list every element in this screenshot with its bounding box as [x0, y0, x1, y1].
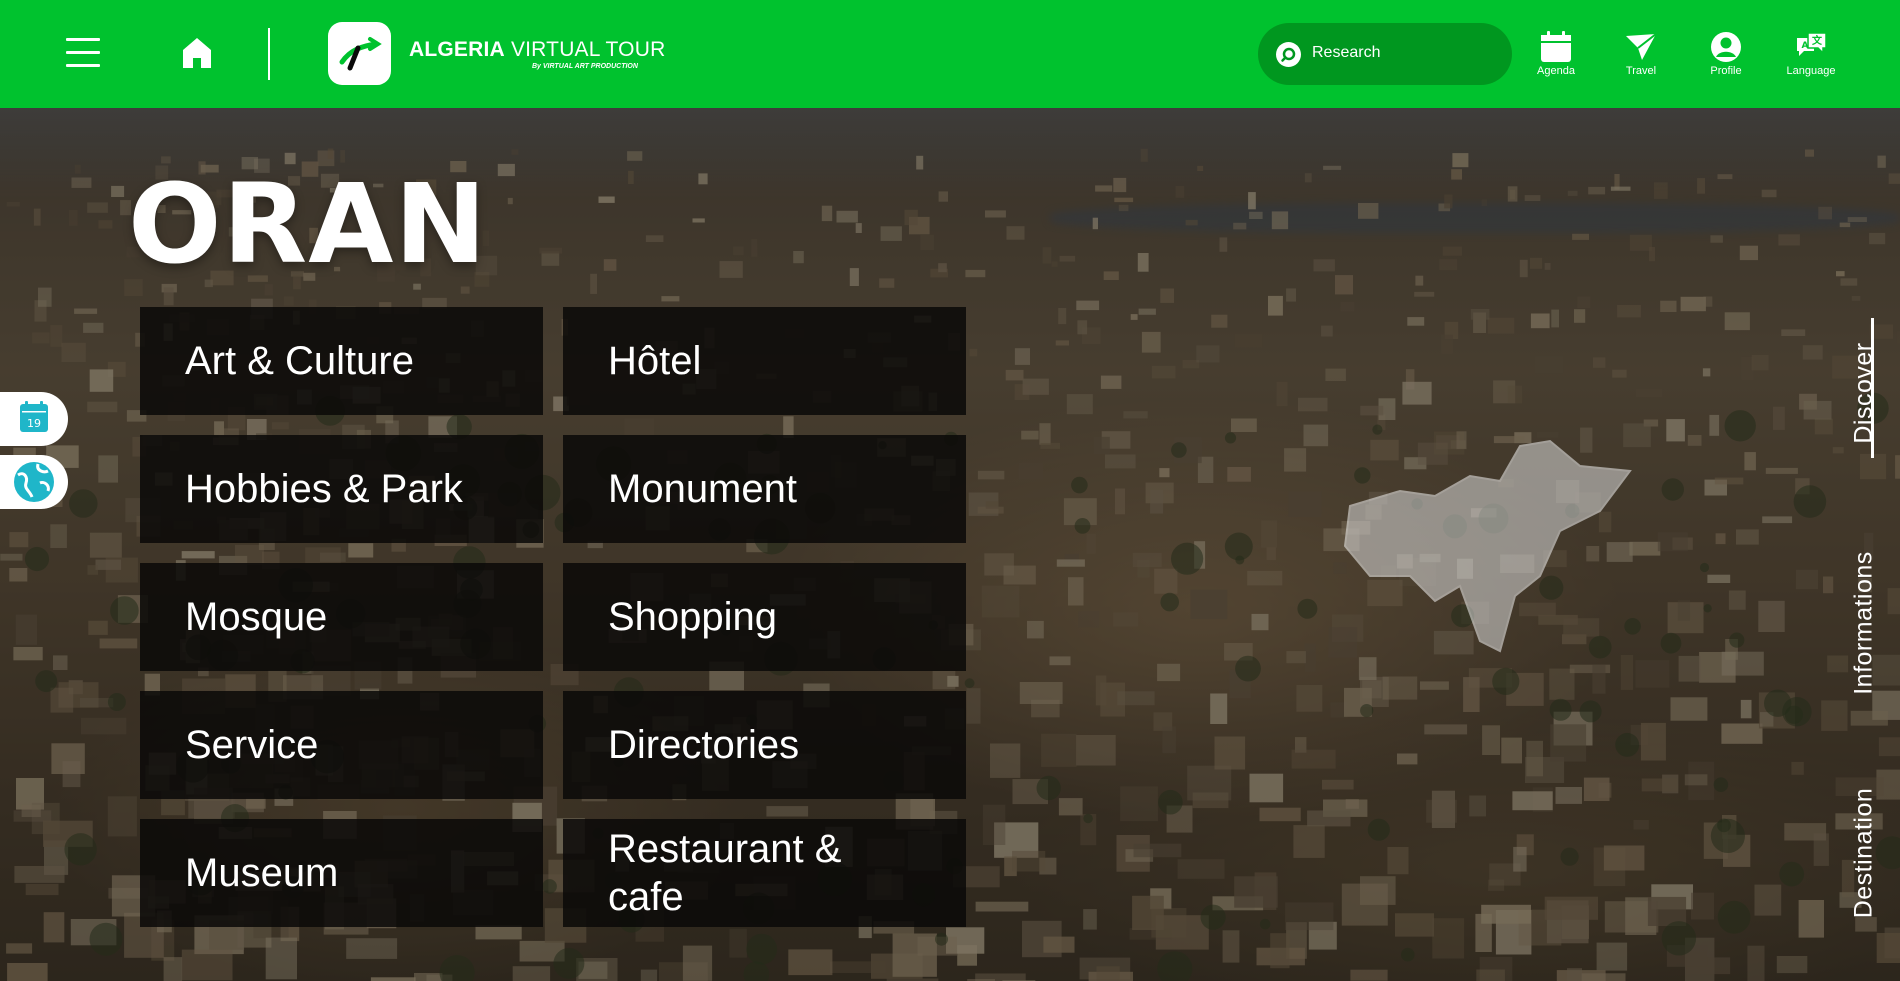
- nav-profile-label: Profile: [1710, 65, 1742, 77]
- logo-swoosh-icon: [339, 37, 382, 71]
- category-mosque[interactable]: Mosque: [140, 563, 543, 671]
- category-restaurant-cafe[interactable]: Restaurant & cafe: [563, 819, 966, 927]
- tab-destination-label: Destination: [1849, 787, 1878, 919]
- category-service[interactable]: Service: [140, 691, 543, 799]
- brand-subtitle: By VIRTUAL ART PRODUCTION: [532, 63, 638, 70]
- nav-language-label: Language: [1786, 65, 1836, 77]
- search-icon: [1276, 42, 1301, 67]
- nav-travel-label: Travel: [1625, 65, 1657, 77]
- category-hobbies-park[interactable]: Hobbies & Park: [140, 435, 543, 543]
- nav-travel[interactable]: Travel: [1606, 30, 1676, 80]
- nav-agenda[interactable]: Agenda: [1521, 30, 1591, 80]
- svg-text:文: 文: [1812, 34, 1823, 47]
- side-globe-button[interactable]: [0, 455, 68, 509]
- tab-informations[interactable]: Informations: [1828, 528, 1900, 718]
- search-field[interactable]: Research: [1258, 23, 1512, 85]
- user-icon: [1711, 32, 1741, 62]
- svg-text:A: A: [1802, 41, 1809, 51]
- calendar-day-number: 19: [27, 417, 41, 430]
- nav-agenda-label: Agenda: [1537, 65, 1575, 77]
- calendar-day-icon: 19: [20, 401, 48, 432]
- home-icon[interactable]: [181, 36, 213, 70]
- category-museum[interactable]: Museum: [140, 819, 543, 927]
- search-placeholder[interactable]: Research: [1312, 44, 1380, 62]
- header-divider: [268, 28, 270, 80]
- tab-destination[interactable]: Destination: [1828, 768, 1900, 938]
- category-directories[interactable]: Directories: [563, 691, 966, 799]
- city-title: ORAN: [128, 160, 488, 288]
- top-navigation-bar: ALGERIA VIRTUAL TOUR By VIRTUAL ART PROD…: [0, 0, 1900, 108]
- hamburger-menu-button[interactable]: [66, 38, 100, 68]
- tab-discover[interactable]: Discover: [1828, 318, 1900, 468]
- algeria-virtual-tour-logo[interactable]: [328, 22, 391, 85]
- category-shopping[interactable]: Shopping: [563, 563, 966, 671]
- nav-language[interactable]: 文 A Language: [1776, 30, 1846, 80]
- brand-title: ALGERIA VIRTUAL TOUR: [409, 38, 666, 61]
- tab-informations-label: Informations: [1849, 551, 1878, 695]
- category-hotel[interactable]: Hôtel: [563, 307, 966, 415]
- calendar-icon: [1541, 31, 1571, 62]
- language-icon: 文 A: [1797, 32, 1827, 56]
- category-art-culture[interactable]: Art & Culture: [140, 307, 543, 415]
- paper-plane-icon: [1626, 33, 1657, 60]
- side-calendar-button[interactable]: 19: [0, 392, 68, 446]
- nav-profile[interactable]: Profile: [1691, 30, 1761, 80]
- globe-icon: [14, 462, 54, 502]
- category-monument[interactable]: Monument: [563, 435, 966, 543]
- region-map-shape[interactable]: [1340, 436, 1635, 656]
- tab-discover-label: Discover: [1849, 342, 1878, 444]
